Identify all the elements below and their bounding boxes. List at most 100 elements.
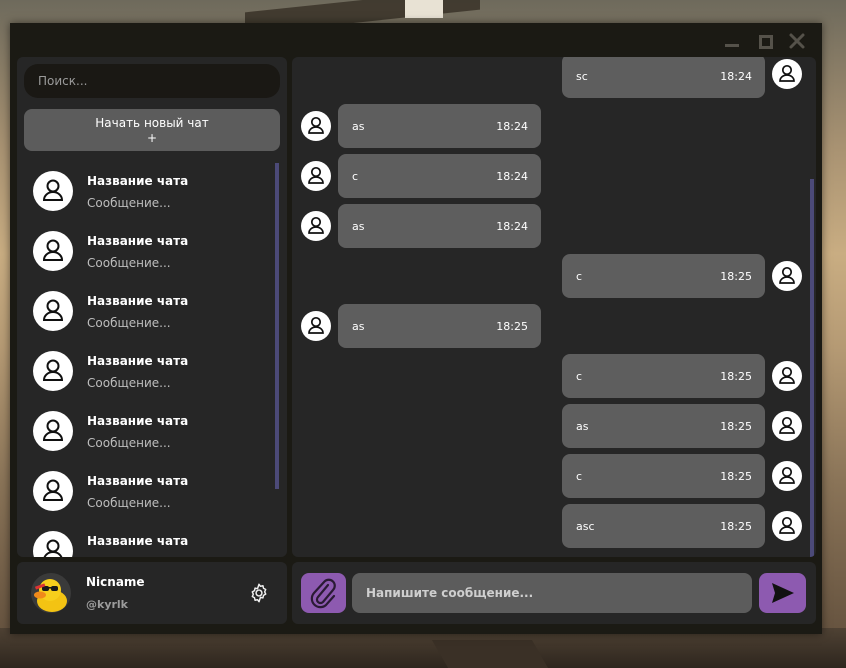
user-avatar-icon (301, 111, 331, 141)
message-outgoing: c 18:25 (562, 454, 812, 498)
chat-list-scrollbar[interactable] (275, 163, 279, 489)
profile-name: Nicname (86, 575, 145, 589)
message-time: 18:25 (720, 470, 752, 483)
plus-icon: + (146, 131, 158, 145)
message-bubble[interactable]: as 18:24 (338, 104, 541, 148)
avatar[interactable] (31, 573, 71, 613)
title-bar (10, 23, 822, 57)
message-composer (292, 562, 816, 624)
chat-list-item[interactable]: Название чата (17, 521, 277, 557)
message-time: 18:24 (496, 170, 528, 183)
profile-panel: Nicname @kyrlk (17, 562, 287, 624)
message-bubble[interactable]: c 18:25 (562, 454, 765, 498)
chat-name: Название чата (87, 174, 189, 188)
chat-name: Название чата (87, 354, 189, 368)
chat-list-item[interactable]: Название чата Сообщение... (17, 281, 277, 341)
chat-list-item[interactable]: Название чата Сообщение... (17, 401, 277, 461)
message-text: as (352, 320, 365, 333)
message-text: sc (576, 70, 588, 83)
message-bubble[interactable]: c 18:25 (562, 354, 765, 398)
message-time: 18:24 (496, 220, 528, 233)
message-incoming: as 18:25 (301, 304, 551, 348)
message-time: 18:25 (720, 370, 752, 383)
user-avatar-icon (301, 211, 331, 241)
chat-preview: Сообщение... (87, 376, 171, 390)
chat-preview: Сообщение... (87, 496, 171, 510)
user-avatar-icon (301, 311, 331, 341)
message-time: 18:25 (496, 320, 528, 333)
user-avatar-icon (33, 171, 73, 211)
message-bubble[interactable]: as 18:24 (338, 204, 541, 248)
message-incoming: as 18:24 (301, 104, 551, 148)
message-bubble[interactable]: sc 18:24 (562, 57, 765, 98)
gear-icon (251, 583, 267, 603)
message-bubble[interactable]: as 18:25 (338, 304, 541, 348)
message-text: c (352, 170, 359, 183)
maximize-button[interactable] (755, 31, 775, 51)
chat-list-item[interactable]: Название чата Сообщение... (17, 161, 277, 221)
background-stand (431, 640, 549, 668)
message-text: c (576, 470, 583, 483)
message-time: 18:25 (720, 420, 752, 433)
user-avatar-icon (772, 59, 802, 89)
chat-preview: Сообщение... (87, 436, 171, 450)
chat-list: Название чата Сообщение... Название чата… (17, 161, 287, 557)
user-avatar-icon (33, 291, 73, 331)
duck-avatar-icon (31, 573, 71, 613)
minimize-button[interactable] (722, 31, 742, 51)
message-text: asc (576, 520, 595, 533)
message-outgoing: c 18:25 (562, 254, 812, 298)
chat-preview: Сообщение... (87, 256, 171, 270)
chat-preview: Сообщение... (87, 196, 171, 210)
user-avatar-icon (33, 411, 73, 451)
close-button[interactable] (787, 31, 807, 51)
user-avatar-icon (772, 261, 802, 291)
message-bubble[interactable]: c 18:24 (338, 154, 541, 198)
message-bubble[interactable]: c 18:25 (562, 254, 765, 298)
chat-list-item[interactable]: Название чата Сообщение... (17, 221, 277, 281)
message-time: 18:24 (496, 120, 528, 133)
message-area: sc 18:24 as 18:24 c 18:24 as 18:24 c 18:… (292, 57, 816, 557)
user-avatar-icon (772, 461, 802, 491)
message-text: as (576, 420, 589, 433)
message-bubble[interactable]: asc 18:25 (562, 504, 765, 548)
chat-name: Название чата (87, 234, 189, 248)
user-avatar-icon (33, 351, 73, 391)
user-avatar-icon (33, 471, 73, 511)
user-avatar-icon (772, 411, 802, 441)
message-outgoing: sc 18:24 (562, 57, 812, 101)
chat-sidebar: Начать новый чат + Название чата Сообщен… (17, 57, 287, 557)
app-window: Начать новый чат + Название чата Сообщен… (10, 23, 822, 634)
attach-button[interactable] (301, 573, 346, 613)
user-avatar-icon (301, 161, 331, 191)
message-text: as (352, 220, 365, 233)
message-text: as (352, 120, 365, 133)
message-time: 18:24 (720, 70, 752, 83)
send-button[interactable] (759, 573, 806, 613)
settings-button[interactable] (248, 582, 270, 604)
message-outgoing: c 18:25 (562, 354, 812, 398)
message-bubble[interactable]: as 18:25 (562, 404, 765, 448)
chat-name: Название чата (87, 294, 189, 308)
message-input[interactable] (352, 573, 752, 613)
message-text: c (576, 370, 583, 383)
message-incoming: as 18:24 (301, 204, 551, 248)
search-input[interactable] (24, 64, 280, 98)
paperclip-icon (310, 578, 336, 609)
chat-name: Название чата (87, 534, 189, 548)
send-icon (772, 583, 794, 603)
message-scrollbar[interactable] (810, 179, 814, 557)
chat-list-item[interactable]: Название чата Сообщение... (17, 341, 277, 401)
new-chat-button[interactable]: Начать новый чат + (24, 109, 280, 151)
user-avatar-icon (772, 511, 802, 541)
chat-list-item[interactable]: Название чата Сообщение... (17, 461, 277, 521)
chat-preview: Сообщение... (87, 316, 171, 330)
background-ground (0, 628, 846, 668)
user-avatar-icon (772, 361, 802, 391)
message-text: c (576, 270, 583, 283)
user-avatar-icon (33, 231, 73, 271)
close-icon (789, 33, 805, 49)
message-time: 18:25 (720, 520, 752, 533)
message-outgoing: asc 18:25 (562, 504, 812, 548)
background-sign-patch (405, 0, 443, 18)
